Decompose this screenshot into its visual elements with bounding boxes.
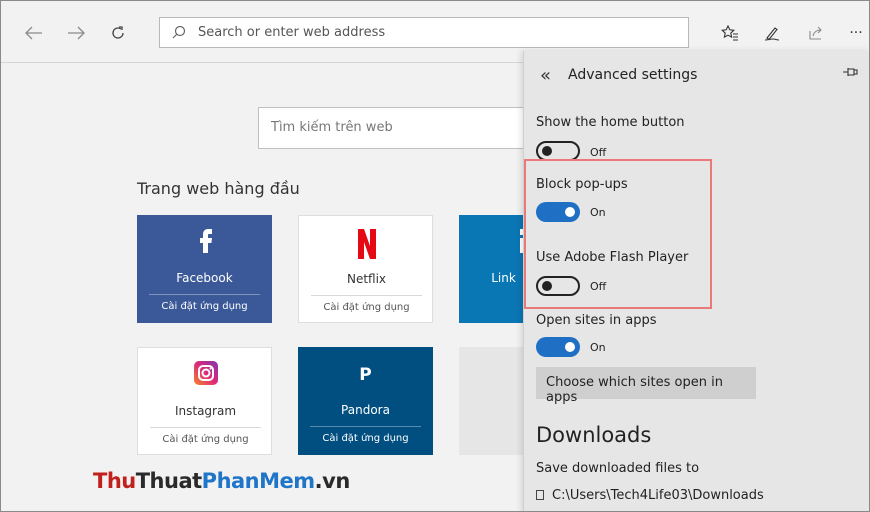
- flash-toggle[interactable]: [536, 276, 580, 296]
- share-icon: [809, 26, 822, 40]
- file-icon: [536, 490, 544, 500]
- tile-pandora[interactable]: P Pandora Cài đặt ứng dụng: [298, 347, 433, 455]
- refresh-button[interactable]: [107, 22, 129, 44]
- block-popups-toggle[interactable]: [536, 202, 580, 222]
- favorites-star-icon: [721, 25, 738, 41]
- tile-name: Facebook: [176, 271, 233, 285]
- share-button[interactable]: [805, 22, 827, 44]
- choose-sites-button[interactable]: Choose which sites open in apps: [536, 367, 756, 405]
- home-button-toggle[interactable]: [536, 141, 580, 161]
- install-app-link[interactable]: Cài đặt ứng dụng: [138, 434, 273, 445]
- toggle-knob: [542, 146, 552, 156]
- flash-state: Off: [590, 280, 607, 293]
- install-app-link[interactable]: Cài đặt ứng dụng: [299, 302, 434, 313]
- address-placeholder: Search or enter web address: [198, 25, 386, 40]
- tile-netflix[interactable]: Netflix Cài đặt ứng dụng: [298, 215, 433, 323]
- tile-name: Pandora: [341, 403, 390, 417]
- arrow-right-icon: [68, 26, 85, 40]
- browser-window: Search or enter web address ··· Tìm kiếm…: [0, 0, 870, 512]
- arrow-left-icon: [25, 26, 42, 40]
- double-chevron-left-icon[interactable]: «: [540, 65, 551, 86]
- toggle-knob: [565, 207, 575, 217]
- panel-title: Advanced settings: [568, 67, 698, 83]
- tile-divider: [310, 426, 421, 427]
- tile-name: Instagram: [174, 404, 237, 418]
- address-bar[interactable]: Search or enter web address: [159, 17, 689, 48]
- web-search-placeholder: Tìm kiếm trên web: [271, 120, 393, 135]
- install-app-link[interactable]: Cài đặt ứng dụng: [298, 433, 433, 444]
- top-sites-heading: Trang web hàng đầu: [137, 179, 300, 198]
- pandora-icon: P: [359, 365, 372, 385]
- open-apps-state: On: [590, 341, 606, 354]
- new-tab-page: Tìm kiếm trên web Trang web hàng đầu Fac…: [1, 63, 594, 511]
- tile-facebook[interactable]: Facebook Cài đặt ứng dụng: [137, 215, 272, 323]
- toggle-knob: [565, 342, 575, 352]
- home-button-label: Show the home button: [536, 115, 685, 130]
- notes-button[interactable]: [761, 22, 783, 44]
- instagram-icon: [138, 360, 273, 390]
- install-app-link[interactable]: Cài đặt ứng dụng: [137, 301, 272, 312]
- panel-header: « Advanced settings: [524, 61, 869, 91]
- netflix-icon: [299, 228, 434, 264]
- refresh-icon: [112, 26, 124, 39]
- save-location-label: Save downloaded files to: [536, 461, 700, 476]
- advanced-settings-panel: « Advanced settings Show the home button…: [523, 51, 869, 511]
- download-path-text: C:\Users\Tech4Life03\Downloads: [552, 488, 764, 503]
- download-path[interactable]: C:\Users\Tech4Life03\Downloads: [536, 488, 764, 503]
- web-search-box[interactable]: Tìm kiếm trên web: [258, 107, 538, 149]
- watermark-logo: ThuThuatPhanMem.vn: [93, 469, 350, 493]
- tile-divider: [150, 427, 261, 428]
- toggle-knob: [542, 281, 552, 291]
- tile-divider: [149, 294, 260, 295]
- block-popups-label: Block pop-ups: [536, 177, 628, 192]
- tile-instagram[interactable]: Instagram Cài đặt ứng dụng: [137, 347, 272, 455]
- search-icon: [172, 25, 186, 39]
- open-apps-label: Open sites in apps: [536, 313, 657, 328]
- pen-icon: [764, 27, 780, 41]
- flash-label: Use Adobe Flash Player: [536, 250, 689, 265]
- pin-icon[interactable]: [842, 66, 858, 82]
- more-button[interactable]: ···: [845, 22, 867, 44]
- back-button[interactable]: [23, 22, 45, 44]
- favorites-button[interactable]: [719, 22, 741, 44]
- home-button-state: Off: [590, 146, 607, 159]
- forward-button[interactable]: [65, 22, 87, 44]
- downloads-heading: Downloads: [536, 423, 652, 447]
- facebook-icon: [137, 227, 272, 257]
- more-dots-icon: ···: [849, 25, 863, 41]
- open-apps-toggle[interactable]: [536, 337, 580, 357]
- block-popups-state: On: [590, 206, 606, 219]
- tile-divider: [311, 295, 422, 296]
- tile-name: Netflix: [346, 272, 387, 286]
